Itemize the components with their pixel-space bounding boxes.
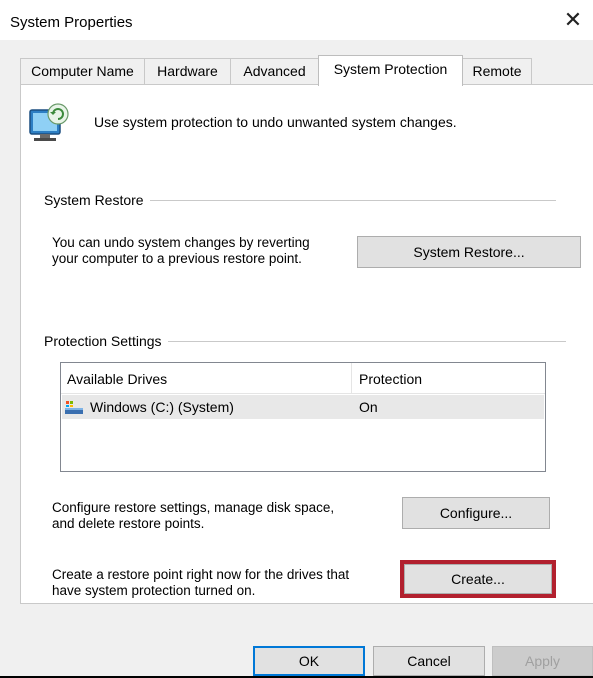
tab-label: Remote [472,63,522,79]
intro-text: Use system protection to undo unwanted s… [94,114,457,130]
tab-label: System Protection [333,61,448,77]
button-label: Create... [451,571,505,587]
configure-description: Configure restore settings, manage disk … [52,500,334,532]
cancel-button[interactable]: Cancel [373,646,485,676]
tab-label: Hardware [157,63,218,79]
list-item[interactable]: Windows (C:) (System) On [62,395,544,419]
description-line: and delete restore points. [52,516,205,531]
description-line: have system protection turned on. [52,583,256,598]
close-icon[interactable]: ✕ [555,6,591,38]
column-header-drives[interactable]: Available Drives [67,371,167,387]
tab-advanced[interactable]: Advanced [230,58,319,85]
drives-list[interactable]: Available Drives Protection Windows (C:)… [60,362,546,472]
system-restore-group-title: System Restore [44,192,150,208]
button-label: OK [298,653,320,669]
tab-remote[interactable]: Remote [462,58,532,85]
tab-hardware[interactable]: Hardware [144,58,231,85]
list-header: Available Drives Protection [61,363,545,394]
configure-button[interactable]: Configure... [402,497,550,529]
column-divider [351,363,352,393]
tab-computer-name[interactable]: Computer Name [20,58,145,85]
button-label: Configure... [439,505,513,521]
description-line: your computer to a previous restore poin… [52,251,302,266]
tab-system-protection[interactable]: System Protection [318,55,463,86]
ok-button[interactable]: OK [253,646,365,676]
button-label: System Restore... [413,244,525,260]
protection-settings-group-title: Protection Settings [44,333,168,349]
window-title: System Properties [10,14,133,31]
system-restore-button[interactable]: System Restore... [357,236,581,268]
title-bar: System Properties ✕ [0,0,593,40]
button-label: Cancel [407,653,451,669]
button-label: Apply [524,653,561,669]
system-restore-description: You can undo system changes by reverting… [52,235,310,267]
description-line: Create a restore point right now for the… [52,567,350,582]
drive-protection-status: On [359,399,378,415]
create-description: Create a restore point right now for the… [52,567,349,599]
system-protection-icon [29,103,69,141]
tab-label: Advanced [243,63,306,79]
description-line: Configure restore settings, manage disk … [52,500,335,515]
create-button[interactable]: Create... [404,564,552,594]
tab-label: Computer Name [31,63,134,79]
apply-button[interactable]: Apply [492,646,593,676]
column-header-protection[interactable]: Protection [359,371,422,387]
drive-name: Windows (C:) (System) [90,399,234,415]
drive-icon [65,401,83,414]
description-line: You can undo system changes by reverting [52,235,310,250]
